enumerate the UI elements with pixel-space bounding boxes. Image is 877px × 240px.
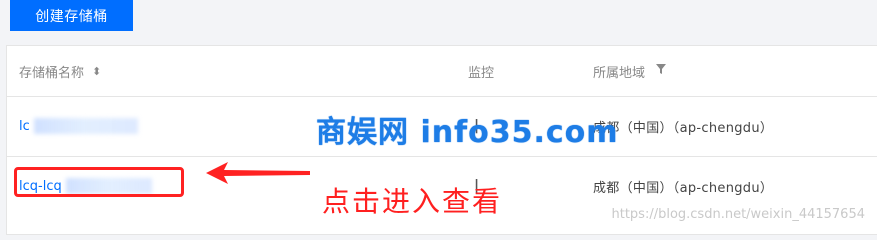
- column-header-region-label: 所属地域: [593, 65, 646, 81]
- pointer-arrow-icon: [206, 162, 310, 184]
- filter-icon[interactable]: [655, 63, 667, 79]
- column-header-name-label: 存储桶名称: [19, 65, 85, 81]
- column-header-monitor: 监控: [468, 46, 494, 96]
- column-header-region[interactable]: 所属地域: [593, 46, 667, 96]
- site-watermark: https://blog.csdn.net/weixin_44157654: [611, 207, 865, 222]
- column-header-name[interactable]: 存储桶名称 ⬍: [19, 46, 101, 96]
- table-header: 存储桶名称 ⬍ 监控 所属地域: [7, 46, 877, 97]
- annotation-text: 点击进入查看: [322, 185, 503, 218]
- watermark-text: 商娱网 info35.com: [316, 115, 619, 150]
- sort-icon[interactable]: ⬍: [92, 65, 101, 78]
- bucket-name-text[interactable]: lc: [19, 119, 30, 134]
- create-bucket-button[interactable]: 创建存储桶: [10, 0, 133, 31]
- highlight-box: [14, 167, 184, 197]
- column-header-monitor-label: 监控: [468, 65, 495, 81]
- region-text: 成都（中国）（ap-chengdu）: [593, 120, 774, 136]
- redacted-text: [33, 118, 138, 134]
- bucket-name-link[interactable]: lc: [19, 96, 138, 156]
